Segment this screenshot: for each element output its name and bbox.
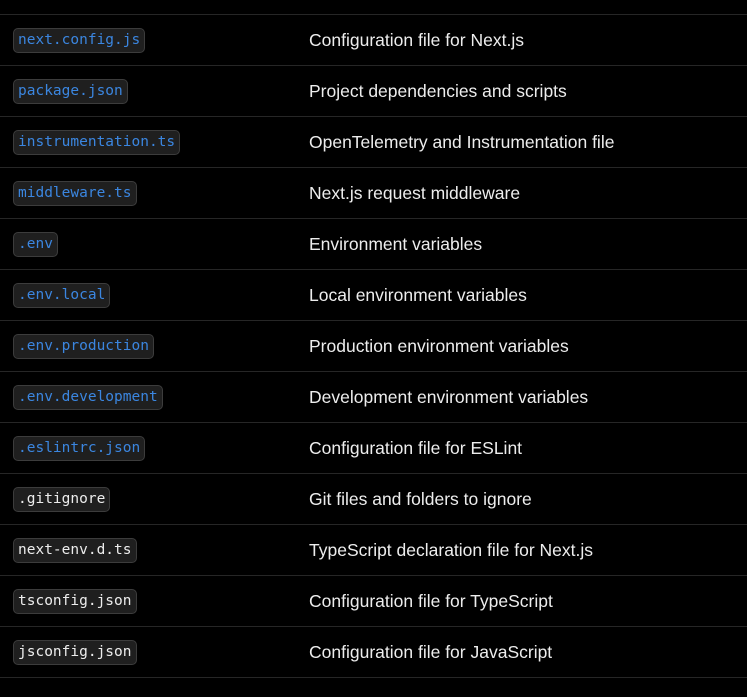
table-row: .env.production Production environment v… xyxy=(0,321,747,372)
file-description: Project dependencies and scripts xyxy=(309,81,567,101)
table-row: next.config.js Configuration file for Ne… xyxy=(0,15,747,66)
table-row: .gitignore Git files and folders to igno… xyxy=(0,474,747,525)
file-link-env-production[interactable]: .env.production xyxy=(13,333,154,359)
file-link-middleware[interactable]: middleware.ts xyxy=(13,180,137,206)
project-files-table: next.config.js Configuration file for Ne… xyxy=(0,14,747,678)
file-description: Configuration file for JavaScript xyxy=(309,642,553,662)
file-link-package-json[interactable]: package.json xyxy=(13,78,128,104)
file-link-instrumentation[interactable]: instrumentation.ts xyxy=(13,129,181,155)
file-name-tsconfig: tsconfig.json xyxy=(13,588,137,614)
file-description: TypeScript declaration file for Next.js xyxy=(309,540,594,560)
file-description: Configuration file for TypeScript xyxy=(309,591,553,611)
file-description: Development environment variables xyxy=(309,387,589,407)
file-link-env-local[interactable]: .env.local xyxy=(13,282,111,308)
file-description: Configuration file for ESLint xyxy=(309,438,523,458)
file-link-env-development[interactable]: .env.development xyxy=(13,384,163,410)
file-name-gitignore: .gitignore xyxy=(13,486,111,512)
table-row: .env Environment variables xyxy=(0,219,747,270)
table-row: middleware.ts Next.js request middleware xyxy=(0,168,747,219)
file-description: Local environment variables xyxy=(309,285,527,305)
file-description: Git files and folders to ignore xyxy=(309,489,532,509)
file-description: Configuration file for Next.js xyxy=(309,30,524,50)
table-row: tsconfig.json Configuration file for Typ… xyxy=(0,576,747,627)
table-row: instrumentation.ts OpenTelemetry and Ins… xyxy=(0,117,747,168)
table-row: jsconfig.json Configuration file for Jav… xyxy=(0,627,747,678)
file-description: Environment variables xyxy=(309,234,483,254)
file-name-next-env: next-env.d.ts xyxy=(13,537,137,563)
table-row: package.json Project dependencies and sc… xyxy=(0,66,747,117)
file-description: Production environment variables xyxy=(309,336,569,356)
file-name-jsconfig: jsconfig.json xyxy=(13,639,137,665)
table-row: .env.local Local environment variables xyxy=(0,270,747,321)
file-link-eslintrc[interactable]: .eslintrc.json xyxy=(13,435,146,461)
file-description: OpenTelemetry and Instrumentation file xyxy=(309,132,615,152)
file-description: Next.js request middleware xyxy=(309,183,521,203)
table-row: next-env.d.ts TypeScript declaration fil… xyxy=(0,525,747,576)
file-link-env[interactable]: .env xyxy=(13,231,58,257)
table-row: .eslintrc.json Configuration file for ES… xyxy=(0,423,747,474)
file-link-next-config[interactable]: next.config.js xyxy=(13,27,146,53)
table-row: .env.development Development environment… xyxy=(0,372,747,423)
